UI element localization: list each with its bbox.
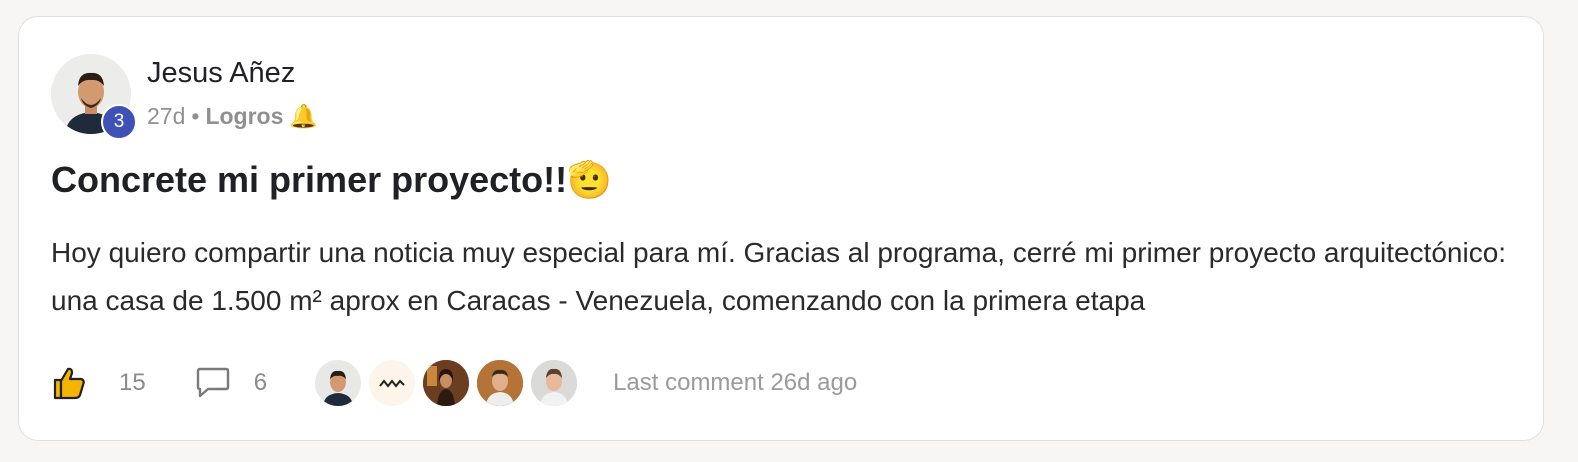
commenter-avatar-image [323,370,354,406]
like-count[interactable]: 15 [119,369,146,397]
thumbs-up-icon [53,367,85,400]
commenter-avatars[interactable] [313,358,583,408]
last-comment-time: Last comment 26d ago [613,369,858,396]
comment-count[interactable]: 6 [254,369,267,397]
post-title[interactable]: Concrete mi primer proyecto!! [51,159,567,201]
commenter-avatar-image [423,360,470,406]
author-name[interactable]: Jesus Añez [147,57,295,90]
commenter-avatar[interactable] [421,358,472,408]
level-badge: 3 [101,104,137,140]
post-meta: 27d • Logros 🔔 [147,103,318,130]
commenter-avatar[interactable] [475,358,526,408]
commenter-avatar[interactable] [313,358,364,408]
post-footer: 15 6 Last comment 26d ago [51,357,857,409]
post-body[interactable]: Hoy quiero compartir una noticia muy esp… [51,229,1511,325]
comment-bubble-icon [196,367,229,398]
comment-button[interactable]: 6 [194,366,267,400]
like-button[interactable]: 15 [51,365,146,401]
post-category[interactable]: Logros [205,103,283,130]
meta-separator: • [191,103,200,129]
commenter-avatar-image [531,360,578,406]
post-card[interactable]: 3 Jesus Añez 27d • Logros 🔔 Concrete mi … [18,16,1544,441]
author-avatar-group[interactable]: 3 [51,54,137,140]
commenter-avatar[interactable] [529,358,580,408]
saluting-face-icon: 🫡 [567,159,612,200]
commenter-avatar[interactable] [367,358,418,408]
post-title-row[interactable]: Concrete mi primer proyecto!! 🫡 [51,159,612,201]
commenter-avatar-image [477,360,524,406]
commenter-avatar-image [379,379,405,388]
bell-icon: 🔔 [289,103,319,129]
post-time[interactable]: 27d [147,103,185,130]
